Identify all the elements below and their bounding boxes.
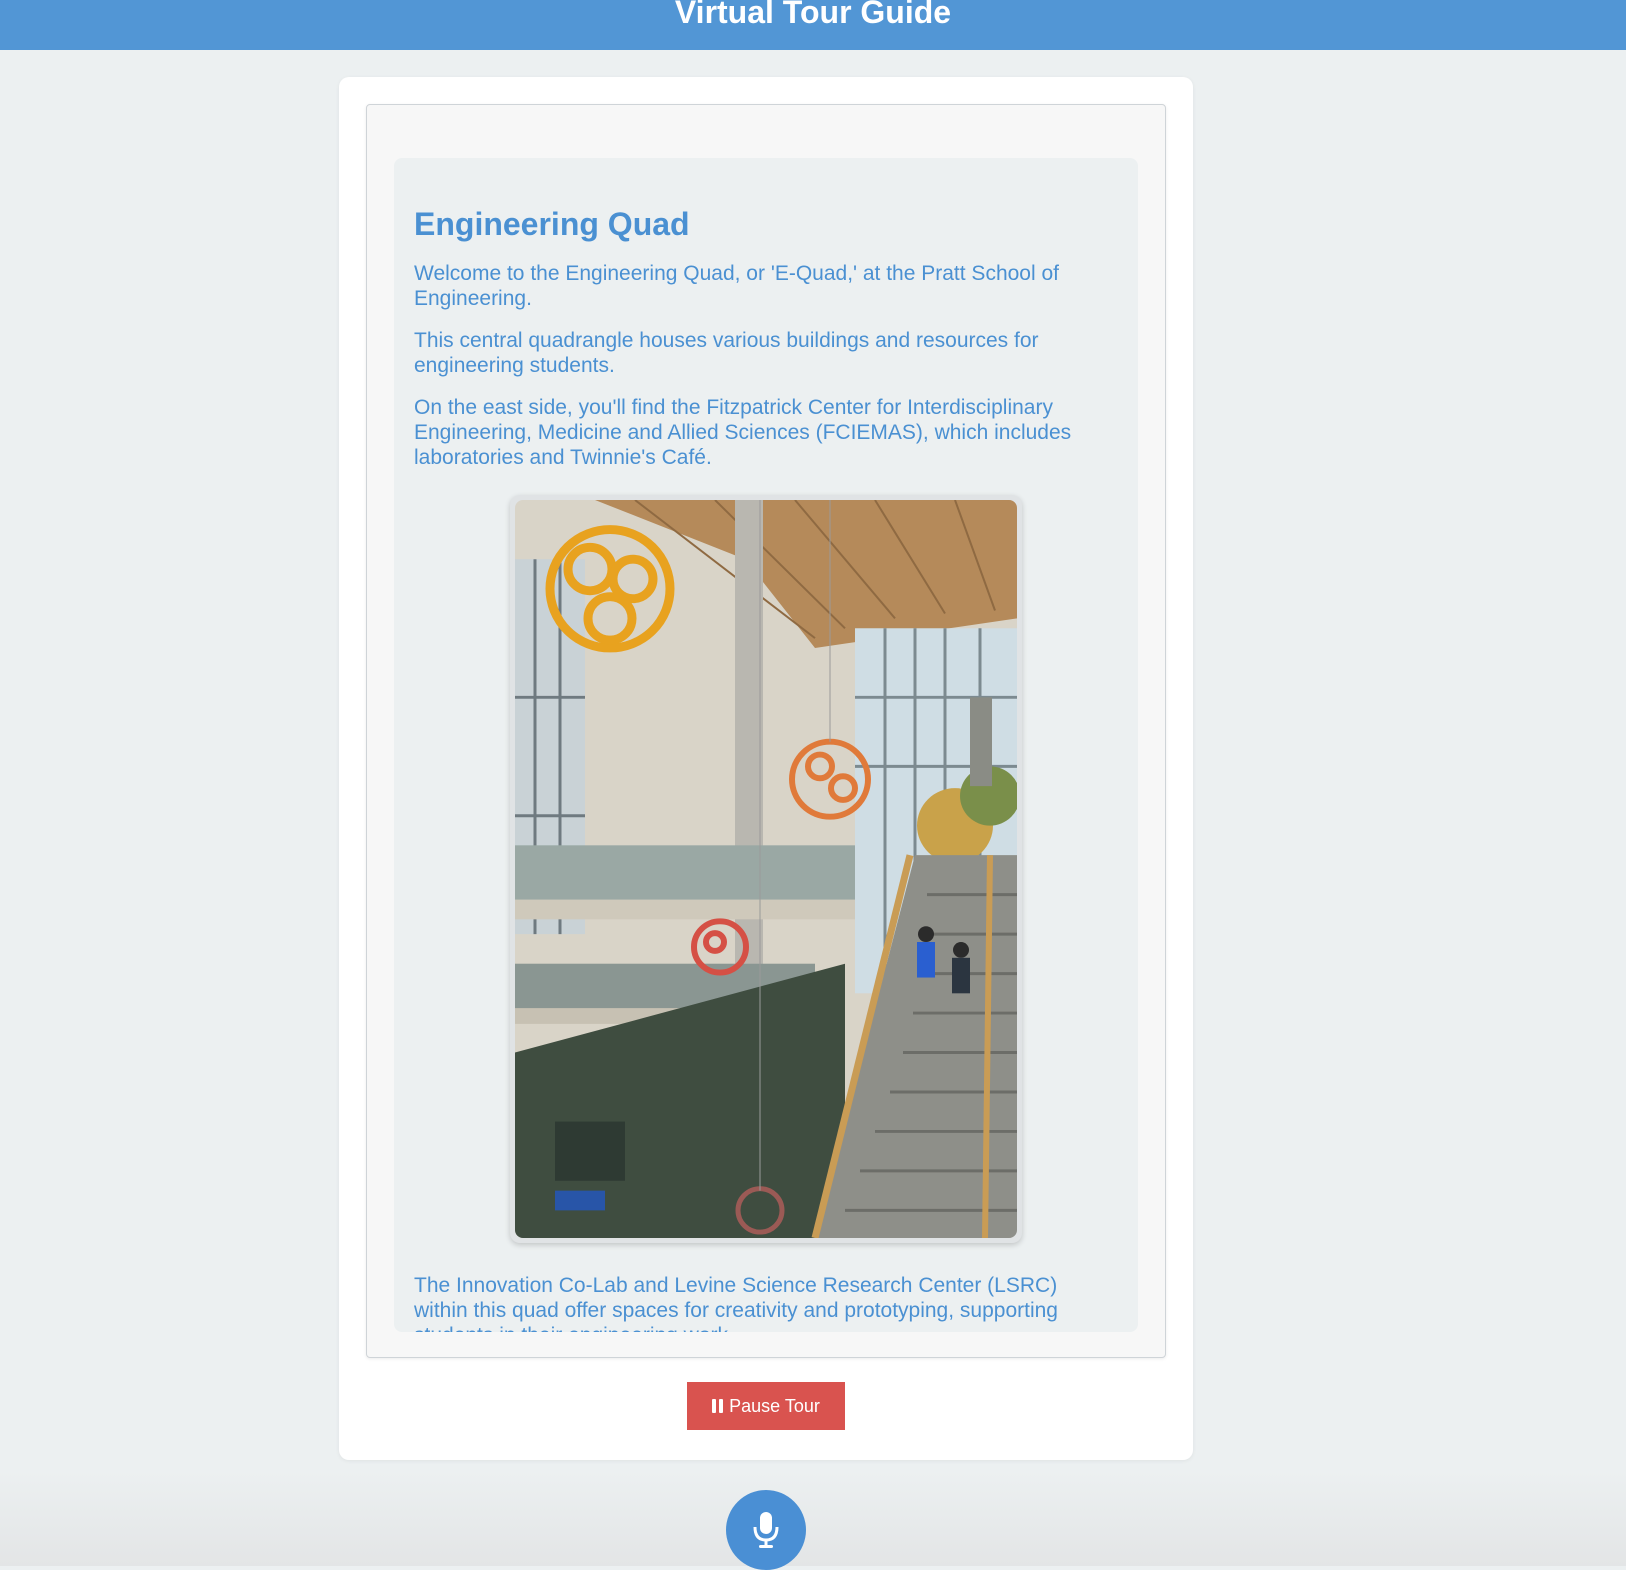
- stop-title: Engineering Quad: [414, 206, 690, 242]
- stop-paragraph: The Innovation Co-Lab and Levine Science…: [414, 1274, 1058, 1332]
- stop-paragraph: On the east side, you'll find the Fitzpa…: [414, 396, 1072, 469]
- atrium-photo: [515, 500, 1017, 1238]
- microphone-button[interactable]: [726, 1490, 806, 1570]
- top-bar: Virtual Tour Guide: [0, 0, 1626, 50]
- pause-tour-button[interactable]: Pause Tour: [687, 1382, 845, 1430]
- tour-card: Engineering Quad Welcome to the Engineer…: [339, 77, 1193, 1460]
- pause-icon: [712, 1399, 724, 1413]
- tour-stop-panel[interactable]: Engineering Quad Welcome to the Engineer…: [394, 158, 1138, 1332]
- stop-photo-frame: [510, 495, 1022, 1243]
- bottom-bar: [0, 1470, 1626, 1566]
- microphone-icon: [753, 1512, 779, 1548]
- tour-content-frame: Engineering Quad Welcome to the Engineer…: [366, 104, 1166, 1358]
- pause-tour-label: Pause Tour: [729, 1395, 820, 1416]
- app-title: Virtual Tour Guide: [674, 0, 952, 30]
- stop-paragraph: Welcome to the Engineering Quad, or 'E-Q…: [414, 262, 1059, 310]
- stop-paragraph: This central quadrangle houses various b…: [414, 329, 1039, 377]
